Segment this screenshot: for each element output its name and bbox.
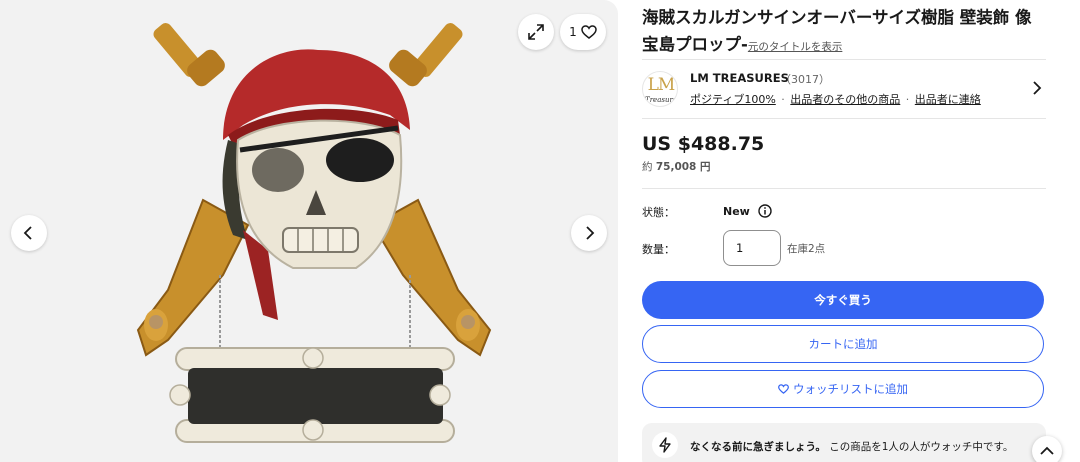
buy-now-label: 今すぐ買う: [814, 293, 872, 307]
add-to-watchlist-label: ウォッチリストに追加: [793, 382, 908, 396]
add-to-watchlist-button[interactable]: ウォッチリストに追加: [642, 370, 1044, 408]
image-gallery: 1: [0, 0, 618, 462]
condition-label: 状態：: [642, 206, 675, 219]
chevron-right-icon: [586, 226, 595, 240]
seller-logo-subtext: Treasure: [645, 96, 677, 104]
positive-feedback-link[interactable]: ポジティブ100%: [690, 93, 776, 106]
divider: [642, 118, 1046, 119]
chevron-right-icon[interactable]: [1032, 80, 1042, 96]
previous-image-button[interactable]: [11, 215, 47, 251]
expand-icon: [528, 24, 544, 40]
expand-image-button[interactable]: [518, 14, 554, 50]
contact-seller-link[interactable]: 出品者に連絡: [915, 93, 981, 106]
divider: [642, 188, 1046, 189]
chevron-up-icon: [1040, 446, 1054, 455]
approx-price: 約 75,008 円: [642, 159, 711, 174]
condition-value: New: [723, 204, 772, 218]
product-image[interactable]: [128, 10, 498, 455]
add-to-cart-button[interactable]: カートに追加: [642, 325, 1044, 363]
seller-links: ポジティブ100% · 出品者のその他の商品 · 出品者に連絡: [690, 91, 981, 107]
add-to-cart-label: カートに追加: [808, 337, 878, 351]
urgency-watchers: この商品を1人の人がウォッチ中です。: [829, 441, 1014, 453]
separator: ·: [781, 93, 785, 106]
watch-like-button[interactable]: 1: [560, 14, 606, 50]
info-icon[interactable]: [758, 204, 772, 218]
lightning-icon: [652, 432, 678, 458]
approx-prefix: 約: [642, 161, 653, 173]
buy-now-button[interactable]: 今すぐ買う: [642, 281, 1044, 319]
urgency-banner: なくなる前に急ぎましょう。 この商品を1人の人がウォッチ中です。: [642, 423, 1046, 462]
seller-logo: LM Treasure: [642, 71, 678, 107]
next-image-button[interactable]: [571, 215, 607, 251]
seller-card[interactable]: LM Treasure LM TREASURES （3017） ポジティブ100…: [642, 66, 1046, 112]
item-title: 海賊スカルガンサインオーバーサイズ樹脂 壁装飾 像 宝島プロップ-元のタイトルを…: [642, 4, 1046, 61]
heart-icon: [581, 25, 597, 39]
like-count: 1: [569, 25, 577, 39]
seller-name[interactable]: LM TREASURES: [690, 71, 789, 85]
condition-text: New: [723, 204, 750, 218]
stock-available: 在庫2点: [787, 243, 826, 255]
seller-logo-text: LM: [647, 75, 676, 95]
separator: ·: [905, 93, 910, 106]
urgency-message: なくなる前に急ぎましょう。 この商品を1人の人がウォッチ中です。: [690, 439, 1013, 454]
heart-icon: [778, 384, 789, 394]
seller-other-items-link[interactable]: 出品者のその他の商品: [790, 93, 900, 106]
quantity-input[interactable]: 1: [723, 230, 781, 266]
show-original-title-link[interactable]: 元のタイトルを表示: [748, 41, 843, 53]
approx-price-value: 75,008 円: [655, 161, 711, 173]
scroll-to-top-button[interactable]: [1032, 436, 1062, 462]
urgency-bold: なくなる前に急ぎましょう。: [690, 441, 826, 453]
divider: [642, 59, 1046, 60]
seller-feedback-count: （3017）: [780, 73, 830, 86]
item-price: US $488.75: [642, 133, 765, 155]
chevron-left-icon: [23, 226, 32, 240]
quantity-label: 数量：: [642, 243, 675, 256]
